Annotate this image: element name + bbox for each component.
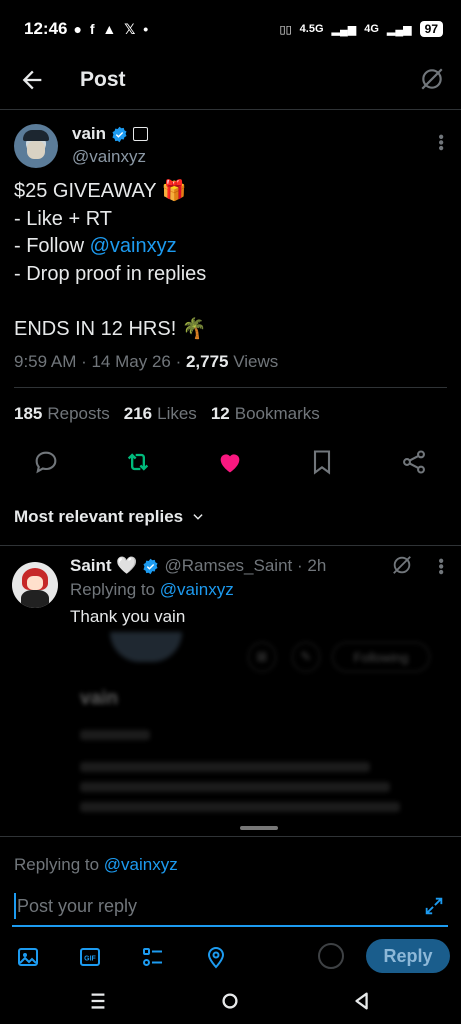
affiliate-badge-icon: [133, 127, 149, 141]
share-icon[interactable]: [400, 448, 428, 476]
notification-icons: ● f ▲ 𝕏 •: [73, 20, 151, 37]
reply-replying-to: Replying to @vainxyz: [70, 580, 234, 600]
views-label: Views: [228, 352, 279, 371]
replies-sort-dropdown[interactable]: Most relevant replies: [14, 507, 205, 527]
composer-replying-link[interactable]: @vainxyz: [104, 855, 178, 874]
network-4g-label: 4G: [364, 23, 379, 35]
post-text: $25 GIVEAWAY 🎁 - Like + RT - Follow @vai…: [14, 178, 444, 343]
post-timestamp: 9:59 AM · 14 May 26 ·: [14, 352, 186, 371]
like-heart-icon[interactable]: [216, 448, 244, 476]
verified-badge-icon: [143, 558, 158, 574]
post-meta: 9:59 AM · 14 May 26 · 2,775 Views: [14, 352, 278, 372]
image-icon[interactable]: [16, 945, 40, 969]
system-nav-bar: [0, 980, 461, 1024]
blurred-name: vain: [80, 688, 119, 709]
signal-icon: ▂▄▆: [331, 23, 357, 36]
post-line-2: - Like + RT: [14, 207, 112, 230]
mention-link[interactable]: @vainxyz: [90, 235, 177, 257]
signal-icon-2: ▂▄▆: [386, 23, 412, 36]
blurred-line: [80, 762, 370, 772]
author-avatar[interactable]: [14, 124, 58, 168]
network-4-5g-label: 4.5G: [299, 23, 324, 35]
reply-author-name[interactable]: Saint 🤍: [70, 556, 137, 576]
repost-icon[interactable]: [124, 448, 152, 476]
post-line-1: $25 GIVEAWAY 🎁: [14, 180, 187, 202]
vibrate-icon: ▯▯: [279, 23, 292, 36]
blurred-avatar: [110, 632, 182, 662]
grok-icon[interactable]: [391, 554, 413, 576]
reply-author-handle: @Ramses_Saint · 2h: [164, 556, 327, 575]
back-arrow-icon[interactable]: [18, 66, 46, 94]
reposts-label: Reposts: [47, 404, 110, 423]
expand-icon[interactable]: [423, 895, 445, 917]
blurred-line: [80, 730, 150, 740]
likes-label: Likes: [157, 404, 197, 423]
svg-text:GIF: GIF: [84, 956, 96, 963]
recent-apps-icon[interactable]: [87, 990, 109, 1012]
chevron-down-icon: [193, 514, 203, 520]
verified-badge-icon: [112, 126, 127, 142]
more-options-icon[interactable]: •••: [432, 134, 449, 151]
grok-icon[interactable]: [419, 66, 445, 92]
poll-icon[interactable]: [141, 945, 165, 969]
reply-input[interactable]: [14, 893, 394, 919]
status-bar: 12:46 ● f ▲ 𝕏 • ▯▯ 4.5G ▂▄▆ 4G ▂▄▆ 97: [0, 0, 461, 58]
views-count: 2,775: [185, 352, 229, 371]
replying-prefix: Replying to: [70, 580, 160, 599]
reply-composer: Replying to @vainxyz GIF Reply: [0, 836, 461, 978]
blurred-line: [80, 802, 400, 812]
likes-stat[interactable]: 216 Likes: [124, 404, 197, 424]
composer-replying-to: Replying to @vainxyz: [14, 855, 178, 875]
composer-replying-prefix: Replying to: [14, 855, 104, 874]
bookmarks-label: Bookmarks: [234, 404, 320, 423]
system-back-icon[interactable]: [351, 990, 373, 1012]
blurred-following-button: Following: [332, 642, 430, 672]
reply-icon[interactable]: [32, 448, 60, 476]
author-handle: @vainxyz: [72, 147, 146, 166]
post-line-3-prefix: - Follow: [14, 235, 90, 257]
post-line-5: ENDS IN 12 HRS! 🌴: [14, 317, 207, 340]
engagement-stats: 185 Reposts 216 Likes 12 Bookmarks: [14, 404, 320, 424]
sheet-handle[interactable]: [240, 826, 278, 830]
author-name[interactable]: vain: [72, 124, 106, 144]
reply-button[interactable]: Reply: [366, 939, 450, 973]
likes-count: 216: [123, 404, 153, 423]
post-line-4: - Drop proof in replies: [14, 262, 207, 285]
reply-text: Thank you vain: [70, 607, 186, 626]
sort-label: Most relevant replies: [14, 507, 184, 526]
page-title: Post: [80, 68, 126, 91]
bookmarks-stat[interactable]: 12 Bookmarks: [211, 404, 320, 424]
input-underline: [12, 925, 448, 927]
status-time: 12:46: [24, 19, 68, 38]
location-icon[interactable]: [204, 945, 228, 969]
home-icon[interactable]: [219, 990, 241, 1012]
blurred-icon-button-2: ✎: [292, 642, 320, 672]
blurred-icon-button: ⊞: [248, 642, 276, 672]
app-bar: Post: [0, 58, 461, 110]
more-options-icon[interactable]: •••: [432, 558, 449, 575]
bookmark-icon[interactable]: [308, 448, 336, 476]
replying-to-link[interactable]: @vainxyz: [160, 580, 234, 599]
character-count-ring: [318, 943, 344, 969]
gif-icon[interactable]: GIF: [78, 945, 102, 969]
blurred-line: [80, 782, 390, 792]
reposts-count: 185: [14, 404, 43, 423]
post-line-3: - Follow @vainxyz: [14, 235, 177, 257]
battery-indicator: 97: [419, 21, 443, 37]
bookmarks-count: 12: [210, 404, 230, 423]
reply-author-avatar[interactable]: [12, 562, 58, 608]
divider: [14, 387, 447, 388]
reposts-stat[interactable]: 185 Reposts: [14, 404, 110, 424]
action-bar: [0, 448, 461, 484]
